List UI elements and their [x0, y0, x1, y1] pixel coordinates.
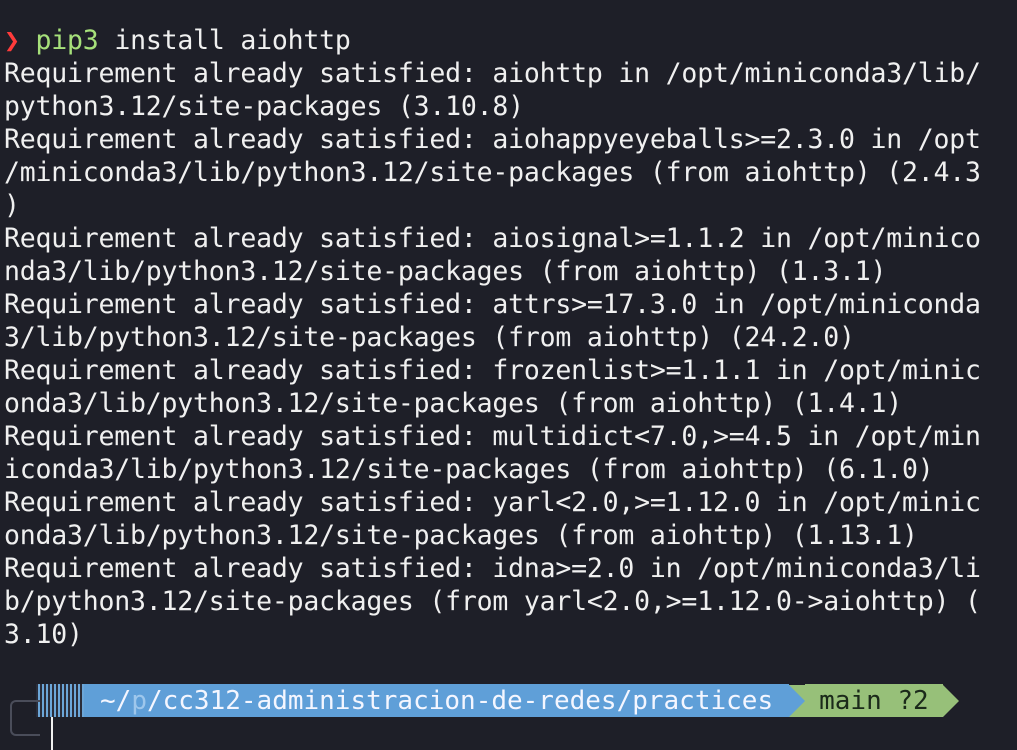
text-cursor	[51, 717, 53, 750]
command-line: ❯ pip3 install aiohttp	[4, 24, 1014, 57]
path-segment: ~/p/cc312-administracion-de-redes/practi…	[84, 684, 790, 717]
path-separator-icon	[789, 684, 806, 717]
path-rest: /cc312-administracion-de-redes/practices	[146, 685, 774, 716]
output-line: Requirement already satisfied: aiohappye…	[4, 124, 981, 155]
terminal-output: ❯ pip3 install aiohttp Requirement alrea…	[4, 24, 1014, 651]
prompt-symbol: ❯	[4, 25, 20, 56]
output-line: onda3/lib/python3.12/site-packages (from…	[4, 388, 902, 419]
output-line: Requirement already satisfied: multidict…	[4, 421, 981, 452]
output-line: 3.10)	[4, 619, 83, 650]
git-segment: main ?2	[805, 684, 943, 717]
output-line: Requirement already satisfied: idna>=2.0…	[4, 553, 981, 584]
output-line: onda3/lib/python3.12/site-packages (from…	[4, 520, 918, 551]
path-dim: p	[131, 685, 147, 716]
output-line: python3.12/site-packages (3.10.8)	[4, 91, 524, 122]
output-line: nda3/lib/python3.12/site-packages (from …	[4, 256, 887, 287]
command-name: pip3	[35, 25, 99, 56]
output-line: b/python3.12/site-packages (from yarl<2.…	[4, 586, 981, 617]
output-line: Requirement already satisfied: aiohttp i…	[4, 58, 981, 89]
output-line: Requirement already satisfied: yarl<2.0,…	[4, 487, 981, 518]
output-line: Requirement already satisfied: frozenlis…	[4, 355, 981, 386]
git-separator-icon	[942, 684, 959, 717]
input-box[interactable]	[10, 700, 40, 736]
output-line: Requirement already satisfied: attrs>=17…	[4, 289, 981, 320]
output-line: )	[4, 190, 20, 221]
command-args: install aiohttp	[98, 25, 351, 56]
output-block: Requirement already satisfied: aiohttp i…	[4, 57, 1014, 651]
statusbar-shade	[36, 684, 84, 717]
prompt-statusbar: ~/p/cc312-administracion-de-redes/practi…	[36, 684, 959, 717]
output-line: iconda3/lib/python3.12/site-packages (fr…	[4, 454, 934, 485]
output-line: /miniconda3/lib/python3.12/site-packages…	[4, 157, 981, 188]
output-line: 3/lib/python3.12/site-packages (from aio…	[4, 322, 855, 353]
output-line: Requirement already satisfied: aiosignal…	[4, 223, 981, 254]
path-home: ~/	[100, 685, 132, 716]
